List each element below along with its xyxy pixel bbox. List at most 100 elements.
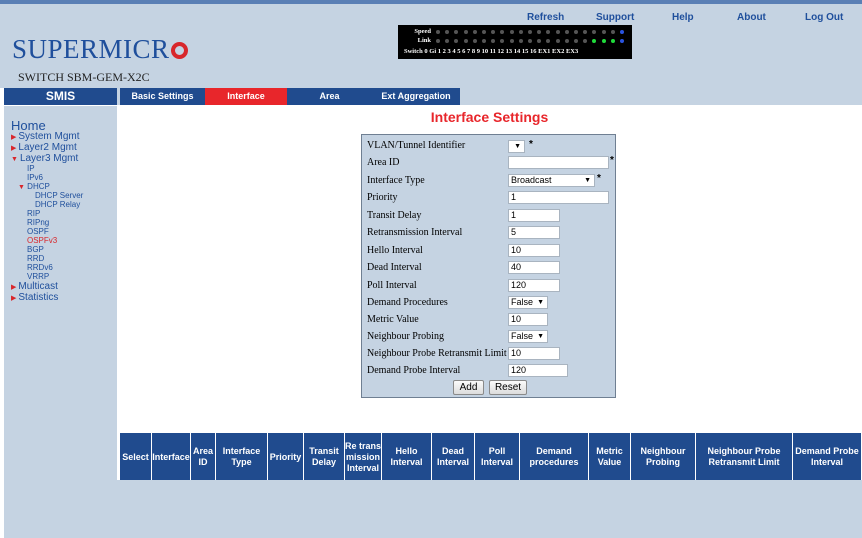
priority-input[interactable]: 1 — [508, 191, 609, 204]
sidebar-item-multicast[interactable]: ▶ Multicast — [11, 281, 58, 292]
neighbour-probing-select[interactable]: False ▼ — [508, 330, 548, 343]
link-led-icon — [620, 39, 624, 43]
neighbour-probe-retransmit-limit-input[interactable]: 10 — [508, 347, 560, 360]
neighbour-probe-retransmit-limit-label: Neighbour Probe Retransmit Limit — [367, 348, 507, 359]
sidebar-subitem-ipv6[interactable]: IPv6 — [27, 173, 43, 182]
speed-led-icon — [463, 30, 468, 34]
metric-value-input[interactable]: 10 — [508, 313, 548, 326]
speed-led-icon — [601, 30, 606, 34]
link-led-icon — [445, 39, 450, 43]
interface-table-header: Select Interface Area ID Interface Type … — [117, 433, 862, 481]
interface-settings-form: VLAN/Tunnel Identifier ▼ * Area ID * Int… — [361, 134, 616, 398]
table-header-select: Select — [120, 433, 151, 481]
demand-procedures-select[interactable]: False ▼ — [508, 296, 548, 309]
sidebar: Home ▶ System Mgmt ▶ Layer2 Mgmt ▼ Layer3 M… — [4, 106, 117, 538]
link-led-icon — [528, 39, 532, 43]
support-link[interactable]: Support — [596, 12, 634, 23]
hello-interval-label: Hello Interval — [367, 245, 423, 256]
sidebar-subitem-dhcp-relay[interactable]: DHCP Relay — [35, 200, 80, 209]
sidebar-subitem-ip[interactable]: IP — [27, 164, 35, 173]
required-mark: * — [610, 155, 614, 166]
speed-led-icon — [528, 30, 532, 34]
speed-led-icon — [555, 30, 560, 34]
speed-led-icon — [472, 30, 477, 34]
sidebar-subitem-ospfv3[interactable]: OSPFv3 — [27, 236, 57, 245]
help-link[interactable]: Help — [672, 12, 694, 23]
demand-procedures-label: Demand Procedures — [367, 297, 448, 308]
about-link[interactable]: About — [737, 12, 766, 23]
hello-interval-input[interactable]: 10 — [508, 244, 560, 257]
sidebar-item-layer3-mgmt[interactable]: ▼ Layer3 Mgmt — [11, 153, 78, 164]
table-header-dead-interval: Dead Interval — [432, 433, 474, 481]
logout-link[interactable]: Log Out — [805, 12, 843, 23]
area-id-input[interactable] — [508, 156, 609, 169]
table-header-retransmission-interval: Re trans mission Interval — [345, 433, 381, 481]
interface-type-select[interactable]: Broadcast ▼ — [508, 174, 595, 187]
area-id-label: Area ID — [367, 157, 400, 168]
link-led-icon — [610, 39, 615, 43]
vlan-label: VLAN/Tunnel Identifier — [367, 140, 466, 151]
add-button[interactable]: Add — [453, 380, 484, 395]
sidebar-item-layer2-mgmt[interactable]: ▶ Layer2 Mgmt — [11, 142, 77, 153]
port-status-panel: Speed Link Switch 0 Gi 1 2 3 4 5 6 7 8 9… — [398, 25, 632, 59]
retransmission-interval-input[interactable]: 5 — [508, 226, 560, 239]
reset-button[interactable]: Reset — [489, 380, 527, 395]
sidebar-subitem-rrd[interactable]: RRD — [27, 254, 44, 263]
vlan-select[interactable]: ▼ — [508, 140, 525, 153]
link-led-icon — [500, 39, 505, 43]
demand-probe-interval-input[interactable]: 120 — [508, 364, 568, 377]
speed-led-icon — [518, 30, 523, 34]
retransmission-interval-label: Retransmission Interval — [367, 227, 463, 238]
dead-interval-input[interactable]: 40 — [508, 261, 560, 274]
sidebar-subitem-dhcp-server[interactable]: DHCP Server — [35, 191, 83, 200]
tab-area[interactable]: Area — [287, 88, 372, 105]
tab-basic-settings[interactable]: Basic Settings — [120, 88, 205, 105]
table-header-interface: Interface — [152, 433, 190, 481]
collapse-arrow-icon: ▼ — [18, 184, 25, 191]
sidebar-subitem-bgp[interactable]: BGP — [27, 245, 44, 254]
poll-interval-input[interactable]: 120 — [508, 279, 560, 292]
table-header-neighbour-probing: Neighbour Probing — [631, 433, 695, 481]
link-led-icon — [472, 39, 477, 43]
poll-interval-label: Poll Interval — [367, 280, 417, 291]
speed-led-icon — [454, 30, 459, 34]
header-bar: SUPERMICR SWITCH SBM-GEM-X2C Speed Link … — [0, 0, 862, 88]
tab-ext-aggregation[interactable]: Ext Aggregation — [372, 88, 460, 105]
expand-arrow-icon: ▶ — [11, 145, 17, 152]
speed-led-icon — [509, 30, 514, 34]
speed-led-icon — [436, 30, 440, 34]
table-header-hello-interval: Hello Interval — [382, 433, 431, 481]
table-header-demand-probe-interval: Demand Probe Interval — [793, 433, 861, 481]
sidebar-subitem-ospf[interactable]: OSPF — [27, 227, 49, 236]
sidebar-item-statistics[interactable]: ▶ Statistics — [11, 292, 58, 303]
speed-led-icon — [445, 30, 450, 34]
brand-name: SUPERMICR — [12, 34, 170, 64]
transit-delay-label: Transit Delay — [367, 210, 422, 221]
required-mark: * — [529, 139, 533, 150]
transit-delay-input[interactable]: 1 — [508, 209, 560, 222]
speed-led-icon — [583, 30, 588, 34]
speed-led-icon — [610, 30, 615, 34]
link-led-icon — [509, 39, 514, 43]
chevron-down-icon: ▼ — [514, 143, 521, 150]
link-led-icon — [546, 39, 551, 43]
link-led-icon — [436, 39, 440, 43]
link-led-icon — [583, 39, 588, 43]
sidebar-subitem-ripng[interactable]: RIPng — [27, 218, 49, 227]
speed-led-icon — [500, 30, 505, 34]
sidebar-subitem-rrdv6[interactable]: RRDv6 — [27, 263, 53, 272]
link-led-icon — [463, 39, 468, 43]
link-led-icon — [454, 39, 459, 43]
chevron-down-icon: ▼ — [537, 299, 544, 306]
brand-logo: SUPERMICR — [12, 34, 188, 65]
refresh-link[interactable]: Refresh — [527, 12, 564, 23]
tab-interface[interactable]: Interface — [205, 88, 287, 105]
interface-table-body — [117, 480, 862, 538]
sidebar-item-system-mgmt[interactable]: ▶ System Mgmt — [11, 131, 80, 142]
port-numbers: Switch 0 Gi 1 2 3 4 5 6 7 8 9 10 11 12 1… — [404, 48, 579, 55]
sidebar-subitem-rip[interactable]: RIP — [27, 209, 40, 218]
speed-led-icon — [620, 30, 624, 34]
sidebar-subitem-dhcp[interactable]: ▼ DHCP — [18, 182, 50, 191]
speed-led-icon — [482, 30, 486, 34]
sidebar-subitem-vrrp[interactable]: VRRP — [27, 272, 49, 281]
